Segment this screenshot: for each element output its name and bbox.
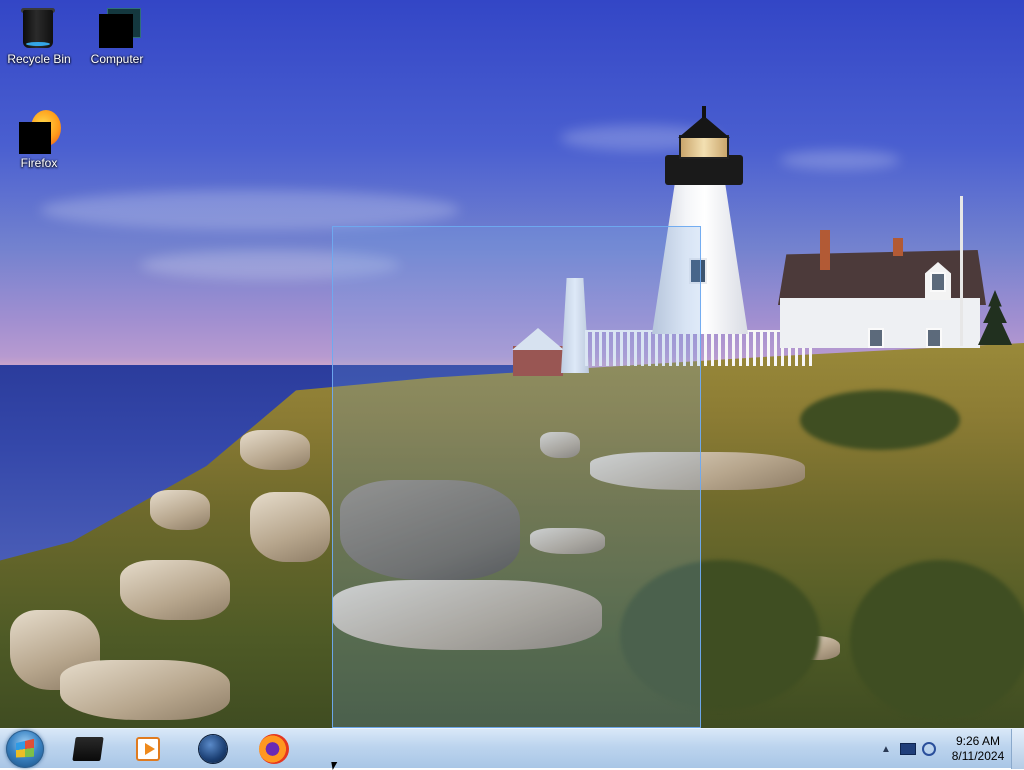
wallpaper-rock: [240, 430, 310, 470]
wallpaper-rock: [150, 490, 210, 530]
taskbar-media-player-button[interactable]: [120, 731, 176, 767]
wallpaper-lighthouse-gallery: [665, 155, 743, 185]
wallpaper-lighthouse-spike: [702, 106, 706, 118]
wallpaper-cloud: [780, 150, 900, 170]
desktop-selection-rectangle: [332, 226, 701, 728]
mouse-cursor-icon: [331, 762, 339, 770]
windows-logo-icon: [16, 739, 34, 760]
wallpaper-bush: [850, 560, 1024, 720]
wallpaper-lighthouse-lantern: [679, 135, 729, 159]
wallpaper-rock: [120, 560, 230, 620]
wallpaper-rock: [250, 492, 330, 562]
wallpaper-house-window: [868, 328, 884, 348]
start-button[interactable]: [6, 730, 44, 768]
desktop-icon-label: Firefox: [20, 156, 58, 170]
desktop-icon-label: Recycle Bin: [7, 52, 71, 66]
network-icon[interactable]: [922, 742, 936, 756]
desktop-icon-recycle-bin[interactable]: Recycle Bin: [2, 6, 76, 66]
desktop-icon-computer[interactable]: Computer: [80, 6, 154, 66]
wallpaper-chimney: [820, 230, 830, 270]
recycle-bin-icon: [19, 6, 59, 50]
wallpaper-chimney: [893, 238, 903, 256]
system-tray: ▲ 9:26 AM 8/11/2024: [878, 729, 1010, 769]
firefox-icon: [19, 110, 61, 154]
wallpaper-house-window: [930, 272, 946, 292]
taskbar-file-explorer-button[interactable]: [60, 731, 116, 767]
action-center-icon[interactable]: [900, 743, 916, 755]
wallpaper-cloud: [40, 190, 460, 230]
wallpaper-house-roof: [778, 250, 986, 305]
clock-date: 8/11/2024: [951, 749, 1005, 763]
internet-globe-icon: [199, 735, 227, 763]
computer-icon: [97, 6, 141, 50]
taskbar-firefox-button[interactable]: [246, 731, 302, 767]
wallpaper-flagpole: [960, 196, 963, 346]
show-desktop-button[interactable]: [1011, 729, 1024, 769]
taskbar: ▲ 9:26 AM 8/11/2024: [0, 728, 1024, 769]
wallpaper-bush: [800, 390, 960, 450]
taskbar-internet-button[interactable]: [185, 731, 241, 767]
wallpaper-house-window: [926, 328, 942, 348]
desktop-icon-firefox[interactable]: Firefox: [2, 110, 76, 170]
wallpaper-rock: [60, 660, 230, 720]
show-hidden-icons-button[interactable]: ▲: [878, 744, 894, 755]
desktop-wallpaper[interactable]: Recycle Bin Computer Firefox: [0, 0, 1024, 728]
media-player-icon: [136, 737, 160, 761]
clock[interactable]: 9:26 AM 8/11/2024: [946, 734, 1010, 764]
firefox-icon: [259, 734, 289, 764]
desktop-icon-label: Computer: [90, 52, 144, 66]
clock-time: 9:26 AM: [955, 734, 1001, 748]
file-explorer-icon: [72, 737, 104, 761]
